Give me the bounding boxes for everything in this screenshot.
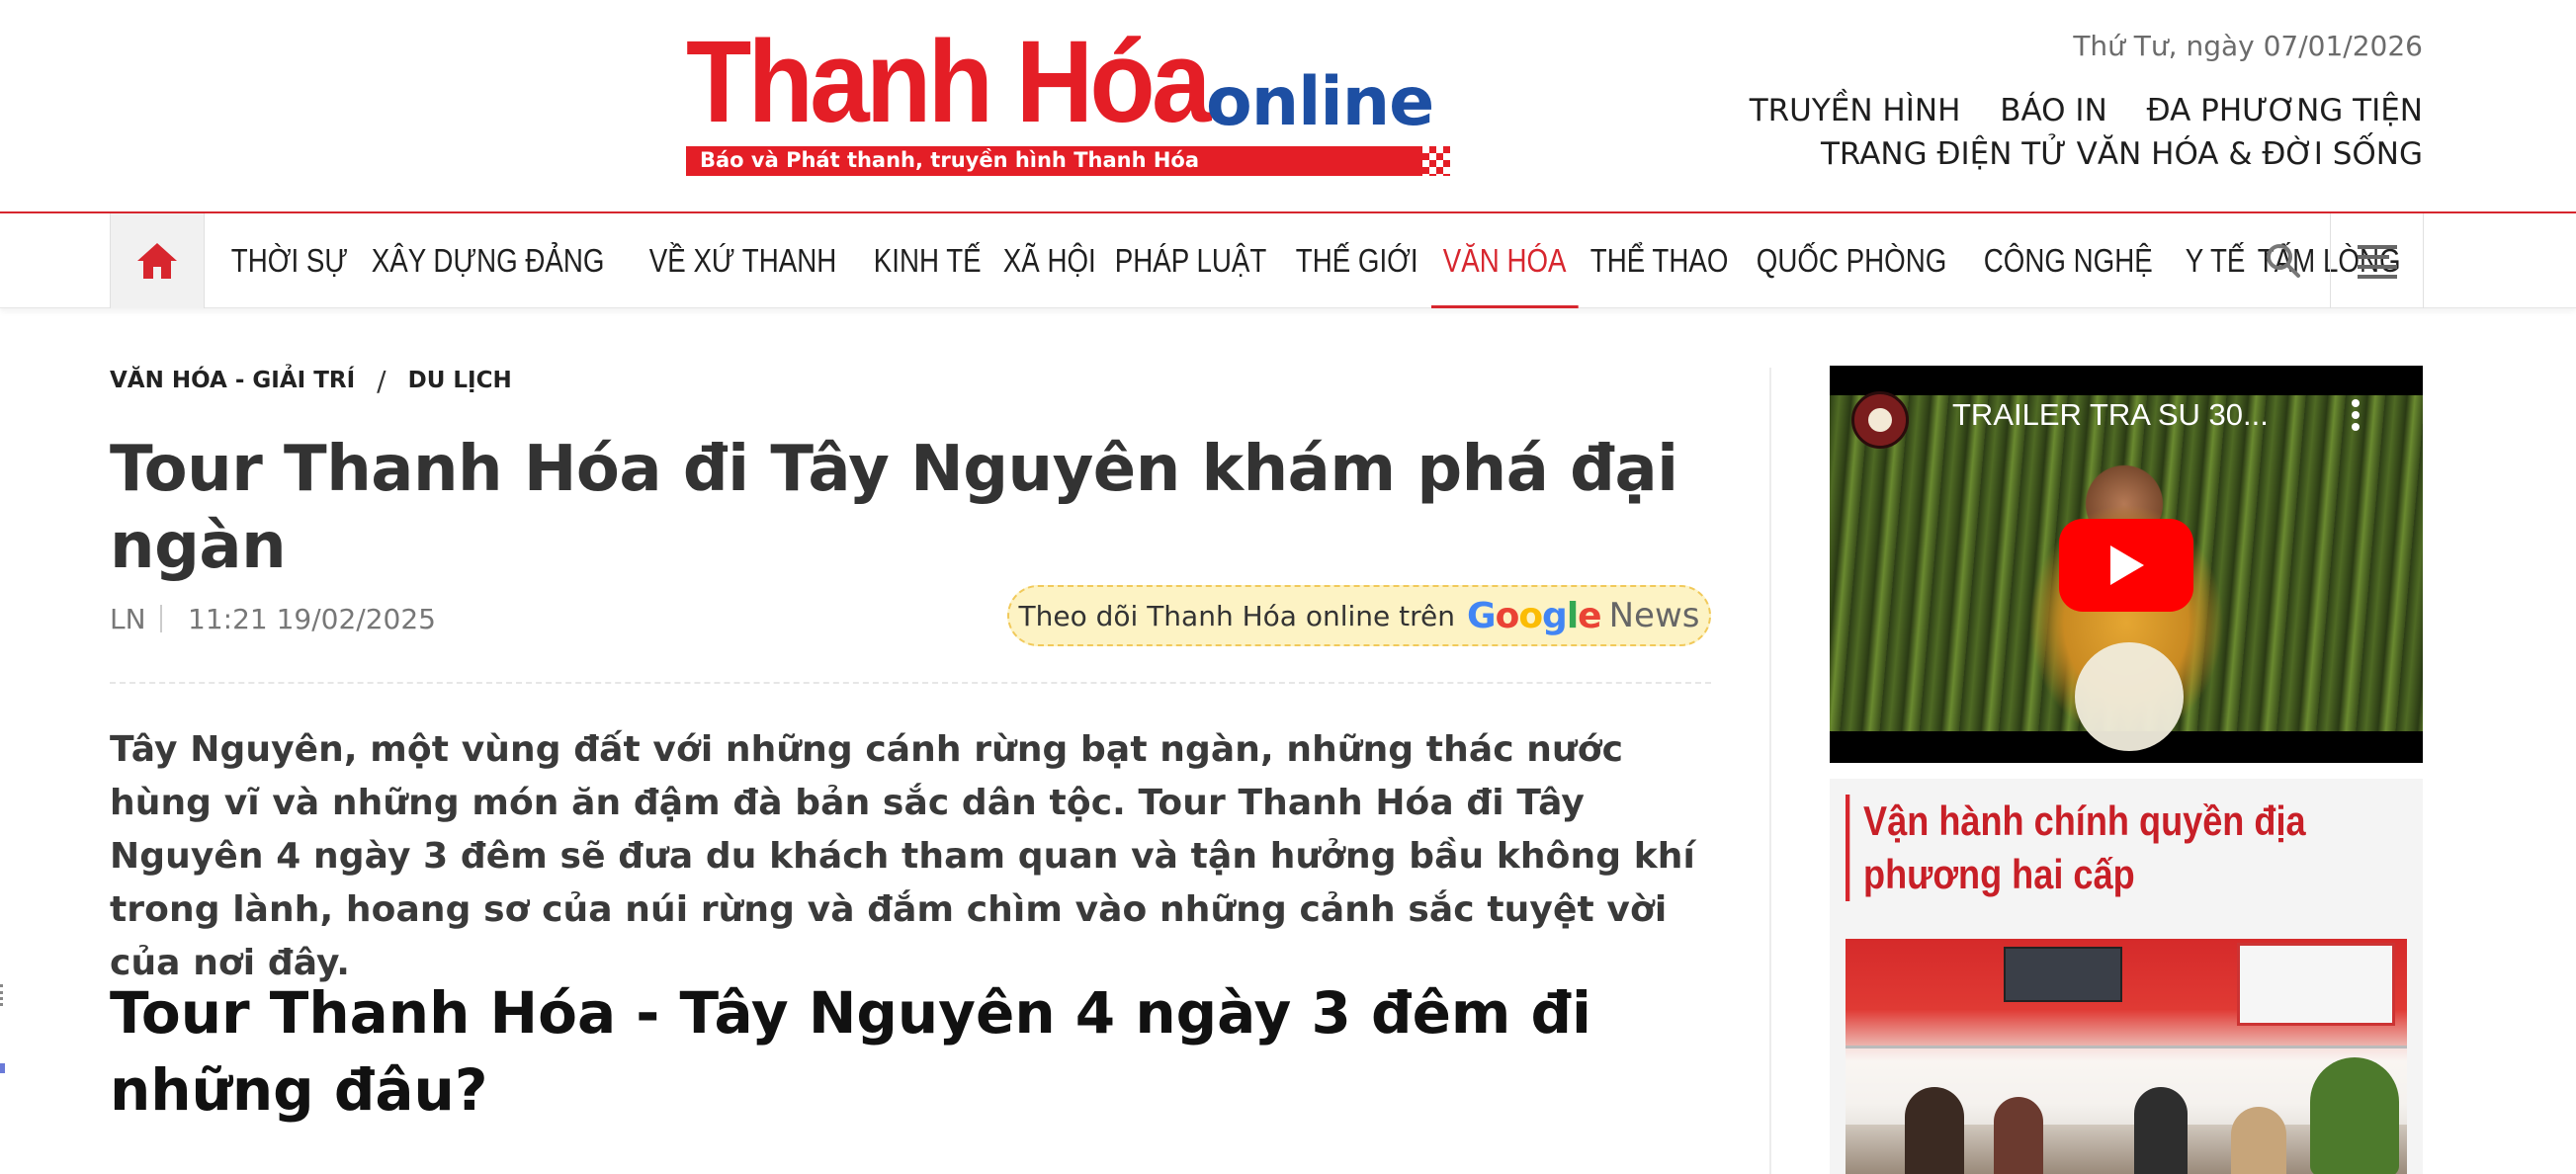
channel-avatar[interactable]	[1851, 391, 1909, 449]
nav-item-ve-xu-thanh[interactable]: VỀ XỨ THANH	[638, 213, 848, 308]
play-icon	[2110, 545, 2144, 585]
image-screen	[2004, 947, 2122, 1002]
breadcrumb: VĂN HÓA - GIẢI TRÍ / DU LỊCH	[110, 364, 1711, 397]
meta-divider	[110, 682, 1711, 684]
article-subheading: Tour Thanh Hóa - Tây Nguyên 4 ngày 3 đêm…	[110, 979, 1591, 1124]
video-play-button[interactable]	[2059, 519, 2193, 612]
nav-item-van-hoa[interactable]: VĂN HÓA	[1430, 213, 1578, 308]
video-player[interactable]: TRAILER TRA SU 30...	[1830, 366, 2423, 763]
nav-home-button[interactable]	[110, 213, 205, 308]
image-person	[2134, 1087, 2188, 1174]
nav-item-quoc-phong[interactable]: QUỐC PHÒNG	[1745, 213, 1958, 308]
sidebar-section-title[interactable]: Vận hành chính quyền địa phương hai cấp	[1846, 795, 2389, 901]
google-logo: Google	[1467, 595, 1602, 636]
more-vertical-icon	[2352, 399, 2360, 431]
article-publish-date: 11:21 19/02/2025	[188, 603, 436, 635]
nav-items: THỜI SỰ XÂY DỰNG ĐẢNG VỀ XỨ THANH KINH T…	[219, 213, 2418, 308]
nav-item-kinh-te[interactable]: KINH TẾ	[862, 213, 992, 308]
image-person	[1905, 1087, 1964, 1174]
main-nav: THỜI SỰ XÂY DỰNG ĐẢNG VỀ XỨ THANH KINH T…	[0, 213, 2576, 308]
top-link-bao-in[interactable]: BÁO IN	[2000, 93, 2107, 128]
google-news-follow-button[interactable]: Theo dõi Thanh Hóa online trên Google Ne…	[1007, 585, 1711, 646]
image-person	[1994, 1097, 2043, 1174]
sidebar-section-image[interactable]	[1846, 939, 2407, 1174]
top-link-van-hoa-doi-song[interactable]: TRANG ĐIỆN TỬ VĂN HÓA & ĐỜI SỐNG	[1821, 136, 2423, 172]
home-icon	[137, 243, 177, 279]
article-meta: LN 11:21 19/02/2025 Theo dõi Thanh Hóa o…	[110, 585, 1711, 650]
site-header: Thanh Hóa online Báo và Phát thanh, truy…	[0, 0, 2576, 213]
video-title[interactable]: TRAILER TRA SU 30...	[1952, 397, 2269, 433]
logo-main-text: Thanh Hóa	[686, 17, 1211, 147]
nav-item-the-gioi[interactable]: THẾ GIỚI	[1284, 213, 1429, 308]
logo-online-text: online	[1206, 63, 1434, 141]
google-news-text: Theo dõi Thanh Hóa online trên	[1018, 599, 1456, 632]
top-link-truyen-hinh[interactable]: TRUYỀN HÌNH	[1750, 93, 1961, 128]
breadcrumb-separator: /	[377, 364, 386, 397]
video-more-button[interactable]	[2346, 395, 2365, 440]
top-links-row-1: TRUYỀN HÌNH BÁO IN ĐA PHƯƠNG TIỆN	[1720, 89, 2423, 132]
meta-separator	[160, 605, 162, 632]
article-author: LN	[110, 603, 146, 635]
nav-item-cong-nghe[interactable]: CÔNG NGHỆ	[1972, 213, 2164, 308]
site-logo[interactable]: Thanh Hóa online Báo và Phát thanh, truy…	[686, 24, 1450, 178]
breadcrumb-van-hoa-giai-tri[interactable]: VĂN HÓA - GIẢI TRÍ	[110, 368, 355, 393]
logo-tagline: Báo và Phát thanh, truyền hình Thanh Hóa	[700, 148, 1200, 172]
sidebar-section: Vận hành chính quyền địa phương hai cấp	[1830, 779, 2423, 1174]
top-link-da-phuong-tien[interactable]: ĐA PHƯƠNG TIỆN	[2147, 93, 2423, 128]
top-links-row-2: TRANG ĐIỆN TỬ VĂN HÓA & ĐỜI SỐNG	[1720, 132, 2423, 176]
menu-icon	[2357, 245, 2397, 279]
image-board	[2237, 943, 2395, 1026]
nav-search-button[interactable]	[2236, 213, 2331, 308]
edge-widget-dot[interactable]	[0, 1063, 5, 1073]
current-date: Thứ Tư, ngày 07/01/2026	[2073, 30, 2423, 62]
edge-widget-mark[interactable]	[0, 984, 6, 1006]
search-icon	[2266, 244, 2300, 278]
logo-checker-decoration	[1422, 146, 1450, 176]
breadcrumb-du-lich[interactable]: DU LỊCH	[408, 368, 512, 393]
nav-item-xay-dung-dang[interactable]: XÂY DỰNG ĐẢNG	[360, 213, 616, 308]
nav-menu-button[interactable]	[2331, 213, 2424, 308]
nav-item-the-thao[interactable]: THỂ THAO	[1579, 213, 1740, 308]
top-links: TRUYỀN HÌNH BÁO IN ĐA PHƯƠNG TIỆN TRANG …	[1720, 89, 2423, 176]
nav-item-thoi-su[interactable]: THỜI SỰ	[219, 213, 360, 308]
nav-item-phap-luat[interactable]: PHÁP LUẬT	[1103, 213, 1278, 308]
news-word: News	[1608, 596, 1700, 635]
image-plant	[2310, 1057, 2399, 1174]
article-title: Tour Thanh Hóa đi Tây Nguyên khám phá đạ…	[110, 433, 1678, 583]
column-divider	[1769, 368, 1771, 1174]
article: VĂN HÓA - GIẢI TRÍ / DU LỊCH Tour Thanh …	[110, 364, 1711, 1124]
nav-item-xa-hoi[interactable]: XÃ HỘI	[991, 213, 1107, 308]
image-person	[2231, 1107, 2286, 1174]
article-sapo: Tây Nguyên, một vùng đất với những cánh …	[110, 729, 1695, 983]
